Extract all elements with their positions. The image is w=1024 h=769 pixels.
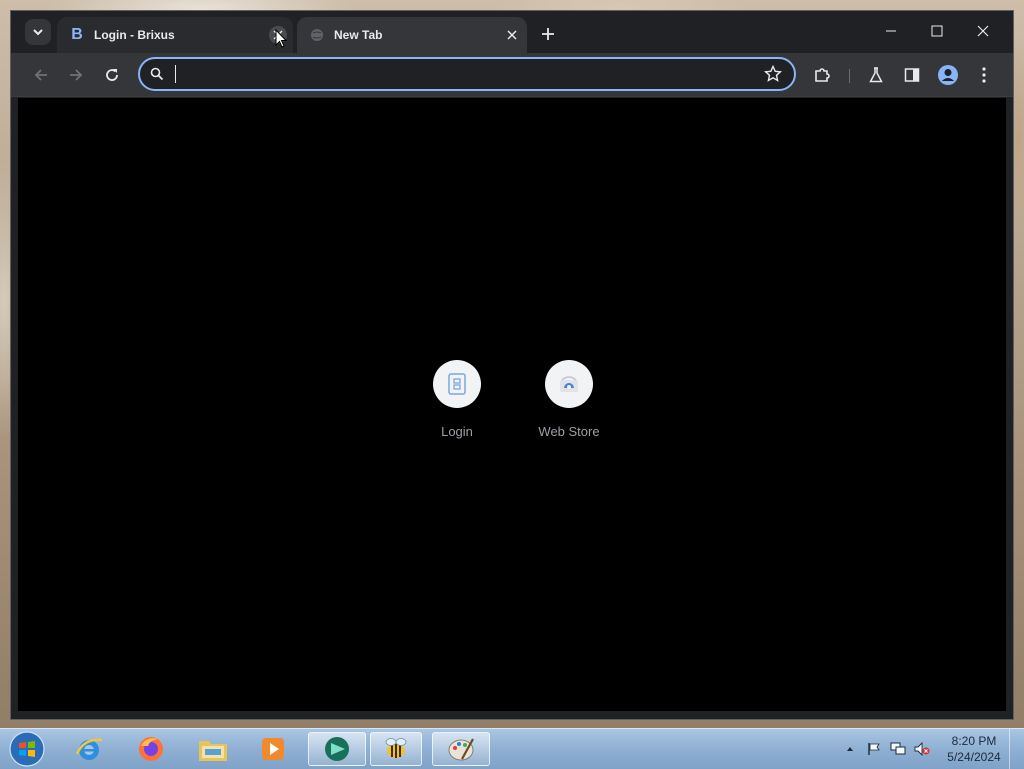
action-center-icon[interactable] bbox=[866, 741, 882, 757]
flask-icon bbox=[869, 67, 883, 83]
folder-icon bbox=[199, 741, 227, 761]
windows-logo-icon bbox=[9, 731, 45, 767]
network-icon[interactable] bbox=[890, 741, 906, 757]
search-icon bbox=[150, 67, 164, 81]
minimize-button[interactable] bbox=[871, 17, 911, 45]
show-hidden-icons-button[interactable] bbox=[842, 741, 858, 757]
clock-date: 5/24/2024 bbox=[947, 750, 1001, 764]
browser-toolbar bbox=[11, 53, 1013, 97]
extensions-button[interactable] bbox=[808, 61, 836, 89]
bookmark-star-icon[interactable] bbox=[764, 65, 782, 83]
taskbar-media-player[interactable] bbox=[246, 732, 300, 766]
tab-new-tab[interactable]: New Tab bbox=[297, 17, 527, 53]
speaker-muted-icon bbox=[914, 742, 930, 756]
shortcut-login[interactable]: Login bbox=[409, 360, 505, 439]
taskbar-clock[interactable]: 8:20 PM 5/24/2024 bbox=[946, 733, 1002, 765]
arrow-left-icon bbox=[34, 69, 47, 81]
kebab-menu-icon bbox=[982, 67, 986, 83]
firefox-icon bbox=[139, 737, 163, 761]
forward-button[interactable] bbox=[62, 61, 90, 89]
shortcut-circle bbox=[433, 360, 481, 408]
menu-button[interactable] bbox=[970, 61, 998, 89]
address-bar[interactable] bbox=[138, 57, 796, 91]
flag-icon bbox=[868, 743, 880, 755]
side-panel-icon bbox=[904, 68, 920, 82]
side-panel-button[interactable] bbox=[898, 61, 926, 89]
show-desktop-button[interactable] bbox=[1009, 729, 1024, 769]
puzzle-icon bbox=[815, 68, 830, 82]
new-tab-page: Login Web Store bbox=[18, 98, 1006, 711]
internet-explorer-icon bbox=[75, 738, 103, 760]
arrow-right-icon bbox=[70, 69, 83, 81]
close-icon bbox=[507, 30, 517, 40]
minimize-icon bbox=[886, 30, 896, 32]
browser-app-icon bbox=[325, 737, 349, 761]
profile-button[interactable] bbox=[934, 61, 962, 89]
tab-title: New Tab bbox=[334, 28, 383, 42]
maximize-icon bbox=[931, 25, 943, 37]
reload-icon bbox=[106, 69, 118, 81]
volume-icon[interactable] bbox=[914, 741, 930, 757]
bee-icon bbox=[385, 738, 407, 758]
reload-button[interactable] bbox=[98, 61, 126, 89]
maximize-button[interactable] bbox=[917, 17, 957, 45]
taskbar-browser-active[interactable] bbox=[308, 732, 366, 766]
tab-strip: B Login - Brixus New Tab bbox=[11, 11, 1013, 53]
taskbar-paint[interactable] bbox=[432, 732, 490, 766]
globe-icon bbox=[309, 27, 325, 43]
taskbar-internet-explorer[interactable] bbox=[62, 732, 116, 766]
document-icon bbox=[448, 373, 466, 395]
tab-login-brixus[interactable]: B Login - Brixus bbox=[57, 17, 293, 53]
taskbar-bee-app[interactable] bbox=[370, 732, 422, 766]
address-input[interactable] bbox=[174, 63, 738, 87]
tab-close-button[interactable] bbox=[503, 26, 521, 44]
shortcut-web-store[interactable]: Web Store bbox=[521, 360, 617, 439]
browser-window: B Login - Brixus New Tab Login Web Store bbox=[10, 10, 1014, 720]
clock-time: 8:20 PM bbox=[951, 734, 997, 748]
tab-title: Login - Brixus bbox=[94, 28, 175, 42]
start-button[interactable] bbox=[8, 731, 46, 767]
brixus-favicon-icon: B bbox=[71, 26, 83, 43]
shortcut-label: Login bbox=[441, 424, 473, 439]
shortcut-label: Web Store bbox=[538, 424, 600, 439]
back-button[interactable] bbox=[27, 61, 55, 89]
close-icon bbox=[977, 25, 989, 37]
taskbar: 8:20 PM 5/24/2024 bbox=[0, 728, 1024, 769]
new-tab-button[interactable] bbox=[537, 23, 559, 45]
web-store-icon bbox=[560, 376, 578, 392]
tab-search-button[interactable] bbox=[25, 19, 51, 45]
chevron-up-icon bbox=[847, 747, 853, 751]
taskbar-file-explorer[interactable] bbox=[186, 732, 240, 766]
taskbar-firefox[interactable] bbox=[124, 732, 178, 766]
paint-palette-icon bbox=[448, 738, 474, 761]
plus-icon bbox=[542, 28, 554, 40]
close-window-button[interactable] bbox=[963, 17, 1003, 45]
media-player-icon bbox=[262, 738, 284, 760]
mouse-cursor-icon bbox=[275, 29, 287, 48]
avatar-icon bbox=[938, 65, 958, 85]
chevron-down-icon bbox=[33, 29, 43, 36]
toolbar-divider bbox=[849, 69, 850, 83]
shortcut-circle bbox=[545, 360, 593, 408]
labs-button[interactable] bbox=[862, 61, 890, 89]
network-monitor-icon bbox=[890, 742, 906, 755]
